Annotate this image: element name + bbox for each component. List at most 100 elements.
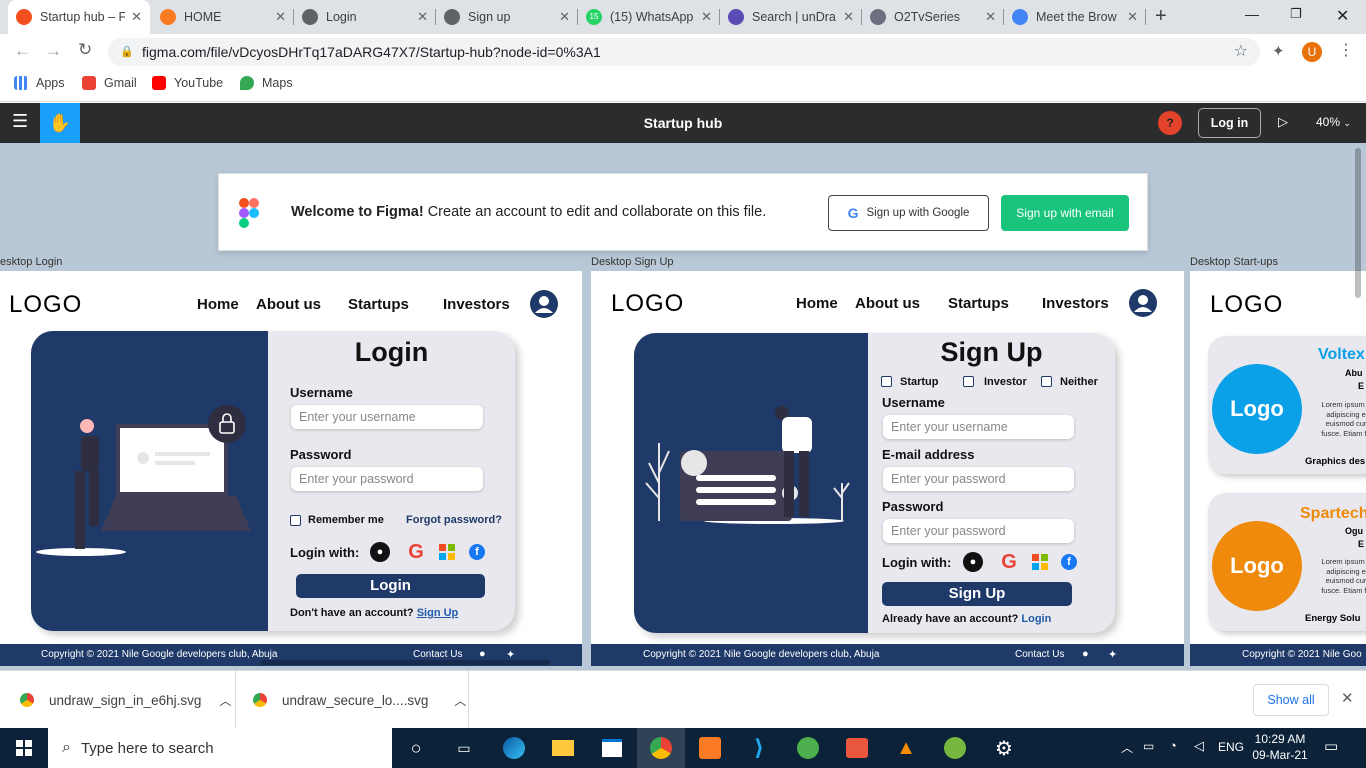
utorrent-icon[interactable] bbox=[931, 728, 979, 768]
google-icon[interactable]: G bbox=[997, 550, 1021, 574]
microsoft-icon[interactable] bbox=[1032, 554, 1048, 570]
tab-close-icon[interactable]: ✕ bbox=[131, 9, 142, 25]
tray-chevron-icon[interactable]: ︿ bbox=[1121, 739, 1133, 756]
vertical-scrollbar[interactable] bbox=[1355, 148, 1361, 298]
edge-icon[interactable] bbox=[490, 728, 538, 768]
media-app-icon[interactable] bbox=[833, 728, 881, 768]
github-icon[interactable]: ● bbox=[963, 552, 983, 572]
browser-tab[interactable]: Meet the Brow ✕ bbox=[1004, 0, 1146, 34]
reload-icon[interactable]: ↻ bbox=[78, 40, 92, 60]
role-neither-checkbox[interactable] bbox=[1041, 376, 1052, 387]
nav-investors[interactable]: Investors bbox=[1042, 295, 1109, 312]
user-account-icon[interactable] bbox=[530, 290, 558, 318]
startup-card[interactable]: Logo Spartech Ogu E Lorem ipsum c adipisc… bbox=[1208, 493, 1366, 631]
browser-tab[interactable]: 15 (15) WhatsApp ✕ bbox=[578, 0, 720, 34]
browser-tab[interactable]: Startup hub – F ✕ bbox=[8, 0, 150, 34]
horizontal-scrollbar[interactable] bbox=[260, 660, 550, 665]
zoom-dropdown[interactable]: 40% ⌄ bbox=[1316, 115, 1351, 129]
github-icon[interactable]: ● bbox=[1082, 648, 1089, 660]
notification-center-icon[interactable]: ▭ bbox=[1324, 737, 1338, 755]
startup-card[interactable]: Logo Voltex Abu E Lorem ipsum c adipiscin… bbox=[1208, 336, 1366, 474]
nav-startups[interactable]: Startups bbox=[348, 296, 409, 313]
browser-tab[interactable]: Login ✕ bbox=[294, 0, 436, 34]
username-input[interactable]: Enter your username bbox=[291, 405, 483, 429]
nav-about[interactable]: About us bbox=[855, 295, 920, 312]
settings-gear-icon[interactable]: ⚙ bbox=[980, 728, 1028, 768]
username-input[interactable]: Enter your username bbox=[883, 415, 1074, 439]
browser-tab[interactable]: Search | unDra ✕ bbox=[720, 0, 862, 34]
forward-arrow-icon[interactable]: → bbox=[45, 41, 62, 61]
vlc-icon[interactable]: ▲ bbox=[882, 728, 930, 768]
battery-icon[interactable]: ▭ bbox=[1143, 739, 1154, 753]
google-icon[interactable]: G bbox=[404, 540, 428, 564]
file-explorer-icon[interactable] bbox=[539, 728, 587, 768]
email-input[interactable]: Enter your password bbox=[883, 467, 1074, 491]
tab-close-icon[interactable]: ✕ bbox=[1127, 9, 1138, 25]
facebook-icon[interactable]: f bbox=[469, 544, 485, 560]
footer-contact-link[interactable]: Contact Us bbox=[1015, 649, 1064, 660]
footer-contact-link[interactable]: Contact Us bbox=[413, 649, 462, 660]
close-downloads-icon[interactable]: ✕ bbox=[1341, 689, 1354, 707]
tab-close-icon[interactable]: ✕ bbox=[843, 9, 854, 25]
new-tab-button[interactable]: + bbox=[1155, 5, 1167, 28]
xampp-icon[interactable] bbox=[686, 728, 734, 768]
nav-home[interactable]: Home bbox=[197, 296, 239, 313]
chrome-icon[interactable] bbox=[637, 728, 685, 768]
bookmark-gmail[interactable]: Gmail bbox=[82, 76, 137, 90]
figma-login-button[interactable]: Log in bbox=[1198, 108, 1261, 138]
chevron-up-icon[interactable]: ︿ bbox=[454, 692, 466, 709]
maximize-button[interactable]: ❐ bbox=[1290, 6, 1302, 22]
tab-close-icon[interactable]: ✕ bbox=[275, 9, 286, 25]
vscode-icon[interactable]: ⟩ bbox=[735, 728, 783, 768]
help-button[interactable]: ? bbox=[1158, 111, 1182, 135]
github-icon[interactable]: ● bbox=[370, 542, 390, 562]
extensions-icon[interactable]: ✦ bbox=[1272, 42, 1285, 60]
remember-me-checkbox[interactable] bbox=[290, 515, 301, 526]
telegram-icon[interactable] bbox=[784, 728, 832, 768]
nav-about[interactable]: About us bbox=[256, 296, 321, 313]
language-indicator[interactable]: ENG bbox=[1218, 740, 1244, 754]
login-button[interactable]: Login bbox=[296, 574, 485, 598]
download-item[interactable]: undraw_secure_lo....svg ︿ bbox=[253, 671, 469, 729]
download-item[interactable]: undraw_sign_in_e6hj.svg ︿ bbox=[20, 671, 236, 729]
taskbar-search-box[interactable]: ⌕ Type here to search bbox=[48, 728, 392, 768]
browser-tab[interactable]: Sign up ✕ bbox=[436, 0, 578, 34]
back-arrow-icon[interactable]: ← bbox=[14, 41, 31, 61]
role-investor-checkbox[interactable] bbox=[963, 376, 974, 387]
signup-google-button[interactable]: G Sign up with Google bbox=[828, 195, 989, 231]
forgot-password-link[interactable]: Forgot password? bbox=[406, 514, 502, 526]
volume-icon[interactable]: ◁ bbox=[1194, 738, 1204, 754]
signup-button[interactable]: Sign Up bbox=[882, 582, 1072, 606]
login-link[interactable]: Login bbox=[1021, 613, 1051, 625]
signup-link[interactable]: Sign Up bbox=[417, 607, 459, 619]
bookmark-youtube[interactable]: YouTube bbox=[152, 76, 223, 90]
browser-tab[interactable]: HOME ✕ bbox=[152, 0, 294, 34]
tab-close-icon[interactable]: ✕ bbox=[701, 9, 712, 25]
task-view-icon[interactable]: ▭ bbox=[440, 728, 488, 768]
nav-home[interactable]: Home bbox=[796, 295, 838, 312]
wifi-icon[interactable]: ◔ bbox=[1169, 738, 1177, 753]
password-input[interactable]: Enter your password bbox=[883, 519, 1074, 543]
store-icon[interactable] bbox=[588, 728, 636, 768]
bookmark-star-icon[interactable]: ☆ bbox=[1234, 38, 1248, 66]
show-all-button[interactable]: Show all bbox=[1253, 684, 1329, 716]
chevron-up-icon[interactable]: ︿ bbox=[219, 692, 231, 709]
profile-avatar[interactable]: U bbox=[1302, 42, 1322, 62]
nav-investors[interactable]: Investors bbox=[443, 296, 510, 313]
tab-close-icon[interactable]: ✕ bbox=[559, 9, 570, 25]
user-account-icon[interactable] bbox=[1129, 289, 1157, 317]
frame-label-signup[interactable]: Desktop Sign Up bbox=[591, 256, 674, 268]
window-close-button[interactable]: ✕ bbox=[1336, 6, 1349, 26]
signup-email-button[interactable]: Sign up with email bbox=[1001, 195, 1129, 231]
bookmark-apps[interactable]: Apps bbox=[14, 76, 65, 90]
figma-canvas[interactable]: Welcome to Figma! Create an account to e… bbox=[0, 143, 1366, 670]
github-icon[interactable]: ● bbox=[479, 648, 486, 660]
clock[interactable]: 10:29 AM 09-Mar-21 bbox=[1252, 731, 1308, 763]
twitter-icon[interactable]: ✦ bbox=[1108, 648, 1117, 661]
facebook-icon[interactable]: f bbox=[1061, 554, 1077, 570]
password-input[interactable]: Enter your password bbox=[291, 467, 483, 491]
present-play-icon[interactable]: ▷ bbox=[1278, 114, 1288, 130]
frame-label-login[interactable]: esktop Login bbox=[0, 256, 62, 268]
minimize-button[interactable]: — bbox=[1245, 6, 1259, 22]
windows-start-button[interactable] bbox=[0, 728, 48, 768]
